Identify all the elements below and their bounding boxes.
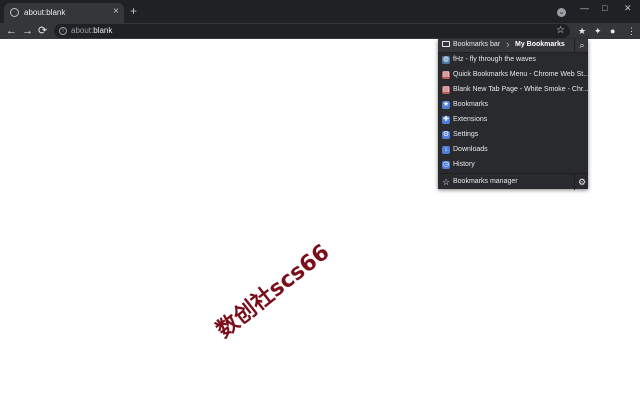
minimize-button[interactable]: —: [580, 2, 589, 14]
globe-icon: [10, 8, 19, 17]
bookmark-item[interactable]: ⚙ Settings: [438, 128, 588, 143]
tab-search-icon[interactable]: ⌄: [557, 8, 566, 17]
bookmarks-manager-button[interactable]: ☆ Bookmarks manager ⚙: [438, 173, 588, 190]
bookmark-item-label: Downloads: [453, 146, 488, 153]
bookmark-item-label: Extensions: [453, 116, 488, 123]
star-icon[interactable]: ☆: [556, 24, 565, 38]
bookmark-item[interactable]: ✚ Extensions: [438, 113, 588, 128]
bookmarks-manager-label: Bookmarks manager: [453, 178, 518, 185]
puzzle-icon[interactable]: ✦: [594, 25, 602, 37]
bookmark-item-label: Blank New Tab Page - White Smoke - Chr..…: [453, 86, 589, 93]
breadcrumb: Bookmarks bar › My Bookmarks ⌕: [438, 39, 588, 53]
maximize-button[interactable]: □: [602, 2, 607, 14]
watermark: 数创社scs66: [211, 239, 335, 344]
reload-button[interactable]: ⟳: [38, 24, 47, 38]
star-icon: ★: [442, 101, 450, 109]
folder-icon: [442, 41, 450, 47]
search-icon[interactable]: ⌕: [574, 39, 589, 52]
bookmark-item[interactable]: ▤ Blank New Tab Page - White Smoke - Chr.…: [438, 83, 589, 98]
puzzle-icon: ✚: [442, 116, 450, 124]
bookmark-item[interactable]: ◷ History: [438, 158, 588, 173]
bookmark-item[interactable]: ▤ Quick Bookmarks Menu - Chrome Web St...: [438, 68, 590, 83]
tab-about-blank[interactable]: about:blank ×: [4, 3, 124, 23]
avatar[interactable]: ●: [610, 25, 615, 37]
title-bar: about:blank × + ⌄ — □ ✕: [0, 0, 640, 23]
bookmarks-popup: Bookmarks bar › My Bookmarks ⌕ ◍ fHz - fl…: [438, 39, 590, 190]
star-outline-icon: ☆: [442, 177, 451, 187]
tab-title: about:blank: [24, 8, 66, 17]
close-window-button[interactable]: ✕: [624, 2, 632, 14]
url-text: about:blank: [71, 26, 113, 35]
crumb-my-bookmarks[interactable]: My Bookmarks: [515, 41, 565, 48]
forward-button[interactable]: →: [22, 24, 33, 38]
bookmark-item-label: History: [453, 161, 475, 168]
new-tab-button[interactable]: +: [130, 4, 137, 18]
info-icon[interactable]: i: [59, 27, 67, 35]
menu-icon[interactable]: ⋮: [627, 25, 636, 37]
bookmark-star-icon: ★: [578, 26, 587, 36]
gear-icon[interactable]: ⚙: [574, 174, 589, 190]
bookmark-item-label: Settings: [453, 131, 479, 138]
gear-icon: ⚙: [442, 131, 450, 139]
toolbar: ← → ⟳ i about:blank ☆ ★ ✦ ● ⋮: [0, 23, 640, 61]
chevron-right-icon: ›: [506, 39, 510, 51]
bookmark-item-label: Bookmarks: [453, 101, 489, 108]
bookmark-item[interactable]: ◍ fHz - fly through the waves: [438, 53, 588, 68]
address-bar[interactable]: i about:blank ☆: [54, 24, 570, 38]
back-button[interactable]: ←: [6, 24, 17, 38]
bookmark-item[interactable]: ★ Bookmarks: [438, 98, 588, 113]
download-icon: ↓: [442, 146, 450, 154]
bookmark-item-label: fHz - fly through the waves: [453, 56, 536, 63]
close-icon[interactable]: ×: [113, 6, 119, 18]
globe-icon: ◍: [442, 56, 450, 64]
store-icon: ▤: [442, 71, 450, 79]
crumb-bookmarks-bar[interactable]: Bookmarks bar: [442, 41, 500, 48]
bookmark-item-label: Quick Bookmarks Menu - Chrome Web St...: [453, 71, 590, 78]
clock-icon: ◷: [442, 161, 450, 169]
store-icon: ▤: [442, 86, 450, 94]
bookmark-item[interactable]: ↓ Downloads: [438, 143, 588, 158]
